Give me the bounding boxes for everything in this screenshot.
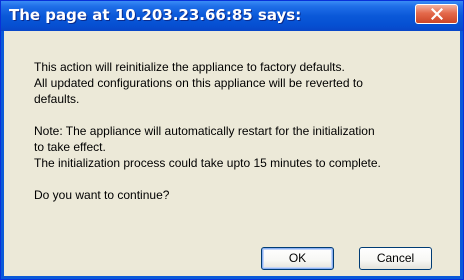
dialog-title: The page at 10.203.23.66:85 says: <box>9 6 302 24</box>
ok-button[interactable]: OK <box>261 247 334 270</box>
close-x-icon <box>431 8 443 20</box>
message-paragraph-1: This action will reinitialize the applia… <box>34 59 444 107</box>
message-line: defaults. <box>34 92 80 106</box>
dialog-body: This action will reinitialize the applia… <box>4 31 460 276</box>
close-button[interactable] <box>415 4 458 24</box>
message-question: Do you want to continue? <box>34 188 170 202</box>
message-line: All updated configurations on this appli… <box>34 76 363 90</box>
message-paragraph-3: Do you want to continue? <box>34 187 444 203</box>
message-line: to take effect. <box>34 140 106 154</box>
title-bar[interactable]: The page at 10.203.23.66:85 says: <box>1 1 463 31</box>
message-paragraph-2: Note: The appliance will automatically r… <box>34 123 444 171</box>
message-line: Note: The appliance will automatically r… <box>34 124 375 138</box>
confirm-dialog: The page at 10.203.23.66:85 says: This a… <box>0 0 464 280</box>
message-line: The initialization process could take up… <box>34 156 381 170</box>
message-line: This action will reinitialize the applia… <box>34 60 345 74</box>
dialog-message: This action will reinitialize the applia… <box>34 59 444 219</box>
cancel-button[interactable]: Cancel <box>359 247 432 270</box>
